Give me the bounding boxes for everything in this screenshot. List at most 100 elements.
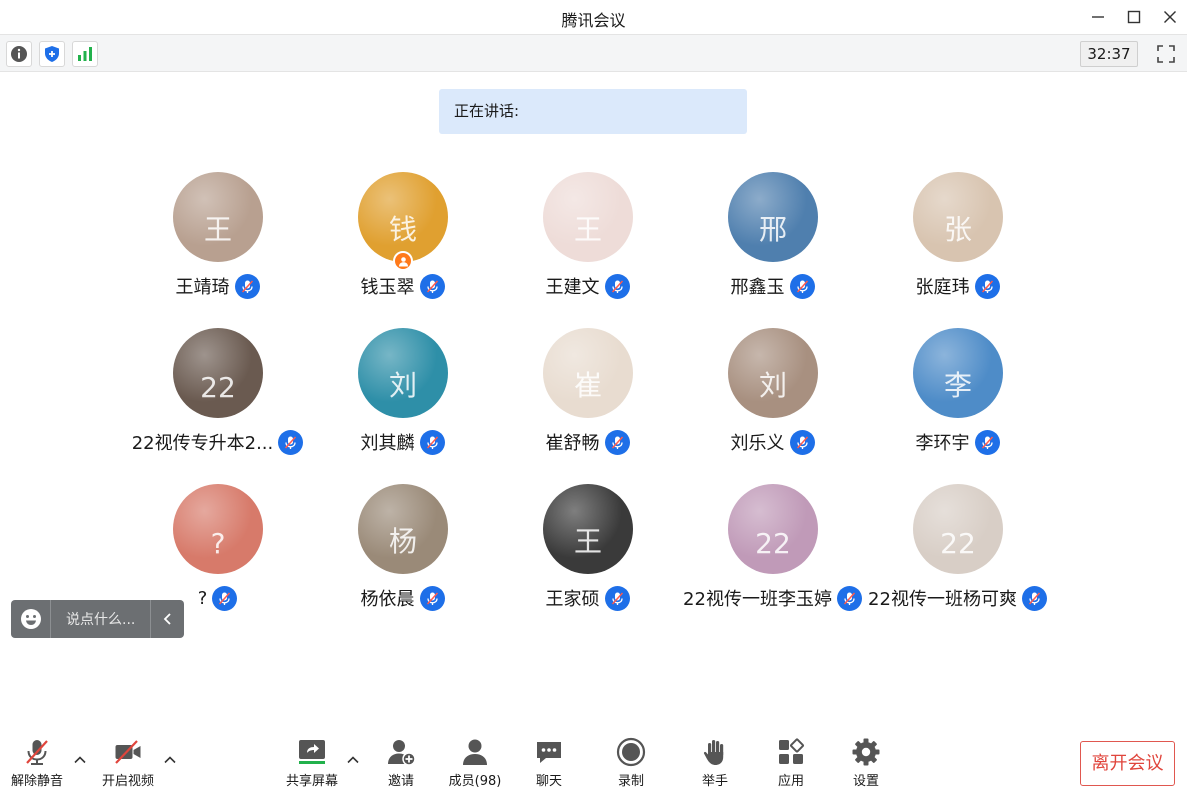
participant-avatar: 王 bbox=[543, 484, 633, 574]
emoji-button[interactable] bbox=[11, 600, 51, 638]
participant-name-line: 刘乐义 bbox=[680, 429, 865, 455]
participant-tile[interactable]: 李李环宇 bbox=[865, 328, 1050, 468]
fullscreen-button[interactable] bbox=[1153, 41, 1179, 67]
participant-tile[interactable]: 刘刘乐义 bbox=[680, 328, 865, 468]
participant-grid: 王王靖琦钱钱玉翠王王建文邢邢鑫玉张张庭玮 22 22视传专升本2... 刘刘其麟崔崔舒… bbox=[125, 172, 1050, 632]
participant-mic-status bbox=[419, 585, 445, 611]
participant-tile[interactable]: 钱钱玉翠 bbox=[310, 172, 495, 312]
video-off-icon bbox=[115, 740, 141, 764]
hand-icon bbox=[703, 740, 724, 765]
settings-button[interactable]: 设置 bbox=[831, 730, 901, 790]
participant-tile[interactable]: 刘刘其麟 bbox=[310, 328, 495, 468]
minimize-button[interactable] bbox=[1087, 6, 1109, 28]
participant-tile[interactable]: 王王靖琦 bbox=[125, 172, 310, 312]
participant-name: ? bbox=[197, 587, 208, 609]
raise-hand-button[interactable]: 举手 bbox=[680, 730, 750, 790]
participant-avatar: 王 bbox=[543, 172, 633, 262]
participant-avatar: 杨 bbox=[358, 484, 448, 574]
participant-name-line: 张庭玮 bbox=[865, 273, 1050, 299]
participant-tile[interactable]: 22 22视传一班杨可爽 bbox=[865, 484, 1050, 624]
participant-avatar: 李 bbox=[913, 328, 1003, 418]
mic-muted-icon bbox=[611, 279, 623, 293]
info-icon bbox=[11, 46, 27, 62]
participant-name: 王家硕 bbox=[545, 589, 600, 610]
collapse-chat-button[interactable] bbox=[150, 600, 184, 638]
avatar-initial: 崔 bbox=[573, 369, 602, 402]
members-icon bbox=[463, 739, 487, 765]
mic-muted-icon bbox=[219, 591, 231, 605]
share-options-caret[interactable] bbox=[345, 752, 361, 768]
participant-mic-status bbox=[974, 273, 1000, 299]
avatar-initial: 王 bbox=[573, 525, 602, 558]
participant-name: 刘乐义 bbox=[730, 433, 785, 454]
meeting-timer: 32:37 bbox=[1080, 41, 1138, 67]
apps-button[interactable]: 应用 bbox=[756, 730, 826, 790]
avatar-initial: 杨 bbox=[388, 525, 417, 558]
avatar-initial: ? bbox=[210, 527, 226, 560]
unmute-button[interactable]: 解除静音 bbox=[2, 730, 72, 790]
close-button[interactable] bbox=[1159, 6, 1181, 28]
participant-avatar: 邢 bbox=[728, 172, 818, 262]
host-badge bbox=[393, 251, 413, 271]
window-title: 腾讯会议 bbox=[561, 11, 626, 30]
share-screen-button[interactable]: 共享屏幕 bbox=[277, 730, 347, 790]
participant-name-line: 邢鑫玉 bbox=[680, 273, 865, 299]
participant-tile[interactable]: 杨杨依晨 bbox=[310, 484, 495, 624]
participant-name-line: 王靖琦 bbox=[125, 273, 310, 299]
chat-input-placeholder[interactable]: 说点什么... bbox=[51, 609, 150, 629]
participant-tile[interactable]: 张张庭玮 bbox=[865, 172, 1050, 312]
participant-name: 杨依晨 bbox=[360, 589, 415, 610]
meeting-info-button[interactable] bbox=[6, 41, 32, 67]
participant-name-line: 钱玉翠 bbox=[310, 273, 495, 299]
host-person-icon bbox=[398, 256, 408, 266]
avatar-initial: 22 bbox=[200, 371, 236, 404]
avatar-initial: 刘 bbox=[758, 369, 787, 402]
security-button[interactable] bbox=[39, 41, 65, 67]
avatar-initial: 刘 bbox=[388, 369, 417, 402]
participant-tile[interactable]: 王王家硕 bbox=[495, 484, 680, 624]
mic-muted-icon bbox=[241, 279, 253, 293]
participant-avatar: 22 bbox=[173, 328, 263, 418]
close-icon bbox=[1164, 11, 1176, 23]
participant-name-line: 崔舒畅 bbox=[495, 429, 680, 455]
members-button[interactable]: 成员(98) bbox=[440, 730, 510, 790]
participant-avatar: 崔 bbox=[543, 328, 633, 418]
mic-muted-icon bbox=[426, 435, 438, 449]
participant-tile[interactable]: 崔崔舒畅 bbox=[495, 328, 680, 468]
fullscreen-icon bbox=[1157, 45, 1175, 63]
mic-muted-icon bbox=[796, 435, 808, 449]
participant-name: 钱玉翠 bbox=[360, 277, 415, 298]
participant-name: 王靖琦 bbox=[175, 277, 230, 298]
minimize-icon bbox=[1092, 16, 1104, 18]
mic-muted-icon bbox=[981, 435, 993, 449]
record-button[interactable]: 录制 bbox=[596, 730, 666, 790]
chat-button[interactable]: 聊天 bbox=[514, 730, 584, 790]
video-options-caret[interactable] bbox=[162, 752, 178, 768]
participant-name-line: 王家硕 bbox=[495, 585, 680, 611]
participant-tile[interactable]: 22 22视传专升本2... bbox=[125, 328, 310, 468]
participant-mic-status bbox=[1021, 585, 1047, 611]
chevron-left-icon bbox=[163, 613, 171, 625]
network-status-button[interactable] bbox=[72, 41, 98, 67]
participant-mic-status bbox=[212, 585, 238, 611]
mic-muted-icon bbox=[611, 435, 623, 449]
meeting-info-bar: 32:37 bbox=[0, 34, 1187, 72]
start-video-button[interactable]: 开启视频 bbox=[93, 730, 163, 790]
participant-name-line: 22视传专升本2... bbox=[125, 429, 310, 455]
participant-name-line: 刘其麟 bbox=[310, 429, 495, 455]
participant-tile[interactable]: 22 22视传一班李玉婷 bbox=[680, 484, 865, 624]
participant-tile[interactable]: 邢邢鑫玉 bbox=[680, 172, 865, 312]
audio-options-caret[interactable] bbox=[72, 752, 88, 768]
maximize-button[interactable] bbox=[1123, 6, 1145, 28]
meeting-window: 腾讯会议 32:37 正在讲话: 王 王靖琦 钱 钱玉翠 王 王建文 邢 邢鑫玉… bbox=[0, 0, 1187, 790]
invite-button[interactable]: 邀请 bbox=[366, 730, 436, 790]
participant-name: 刘其麟 bbox=[360, 433, 415, 454]
avatar-initial: 22 bbox=[755, 527, 791, 560]
participant-name-line: 杨依晨 bbox=[310, 585, 495, 611]
members-label: 成员(98) bbox=[448, 774, 502, 789]
avatar-initial: 22 bbox=[940, 527, 976, 560]
speaking-indicator: 正在讲话: bbox=[439, 89, 747, 134]
leave-meeting-button[interactable]: 离开会议 bbox=[1080, 741, 1175, 786]
shield-icon bbox=[45, 46, 59, 62]
participant-tile[interactable]: 王王建文 bbox=[495, 172, 680, 312]
